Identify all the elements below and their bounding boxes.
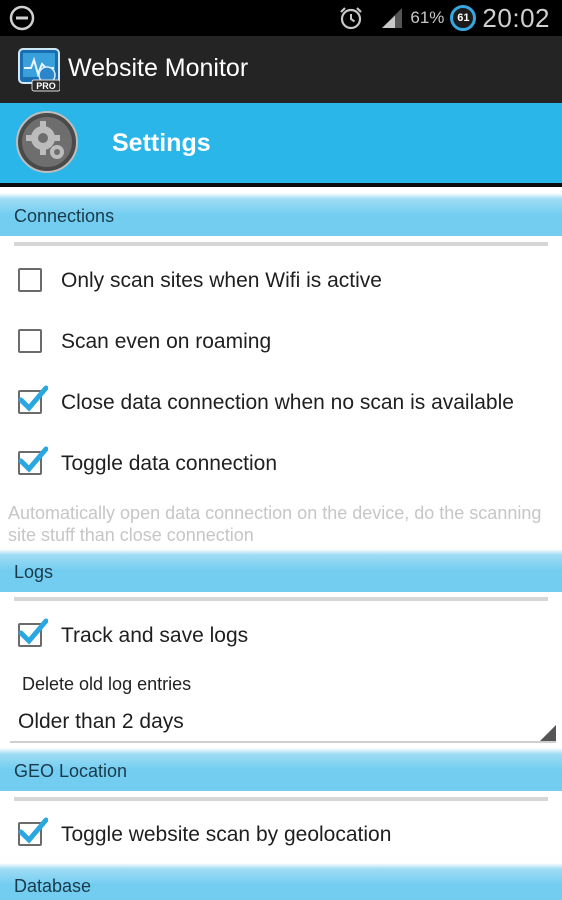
setting-label: Track and save logs [61,624,249,647]
signal-icon [382,8,403,28]
category-geo-location: GEO Location [0,748,562,791]
category-label: GEO Location [14,761,128,781]
checkbox-checked[interactable] [18,446,48,475]
setting-label: Only scan sites when Wifi is active [61,269,382,292]
setting-toggle-data-connection[interactable]: Toggle data connection [0,436,562,492]
svg-text:PRO: PRO [36,81,56,91]
category-label: Database [14,876,92,896]
setting-close-data-connection[interactable]: Close data connection when no scan is av… [0,375,562,431]
category-database: Database [0,863,562,900]
delete-log-select[interactable]: Older than 2 days [10,703,556,743]
checkbox-checked[interactable] [18,385,48,414]
setting-summary: Automatically open data connection on th… [8,503,542,545]
setting-label: Close data connection when no scan is av… [61,391,514,414]
checkmark-icon [18,385,48,412]
action-bar: PRO Website Monitor [0,36,562,103]
minus-circle-icon [9,5,35,31]
category-label: Connections [14,206,115,226]
divider [14,797,548,801]
category-logs: Logs [0,549,562,592]
checkmark-icon [18,817,48,844]
status-bar: 61% 61 20:02 [0,0,562,36]
page-title: Settings [112,129,211,157]
setting-wifi-only[interactable]: Only scan sites when Wifi is active [0,253,562,309]
divider [14,242,548,246]
gear-icon [16,111,78,173]
battery-percent: 61% [410,8,445,27]
checkbox-checked[interactable] [18,618,48,647]
setting-track-logs[interactable]: Track and save logs [0,608,562,664]
settings-header: Settings [0,103,562,187]
checkmark-icon [18,618,48,645]
checkbox-checked[interactable] [18,817,48,846]
checkmark-icon [18,446,48,473]
notification-badge: 61 [450,5,477,31]
divider [14,597,548,601]
category-connections: Connections [0,193,562,236]
app-title: Website Monitor [68,54,249,82]
checkbox[interactable] [18,268,42,292]
setting-scan-roaming[interactable]: Scan even on roaming [0,314,562,370]
dropdown-arrow-icon [540,725,556,741]
setting-label: Scan even on roaming [61,330,272,353]
checkbox[interactable] [18,329,42,353]
website-monitor-pro-icon[interactable]: PRO [18,48,60,92]
setting-label: Toggle data connection [61,452,277,475]
select-value: Older than 2 days [18,710,184,733]
clock-time: 20:02 [482,2,550,33]
alarm-clock-icon [340,7,363,30]
category-label: Logs [14,562,54,582]
setting-label: Toggle website scan by geolocation [61,823,392,846]
setting-geo-scan[interactable]: Toggle website scan by geolocation [0,807,562,863]
delete-log-label: Delete old log entries [22,674,192,694]
